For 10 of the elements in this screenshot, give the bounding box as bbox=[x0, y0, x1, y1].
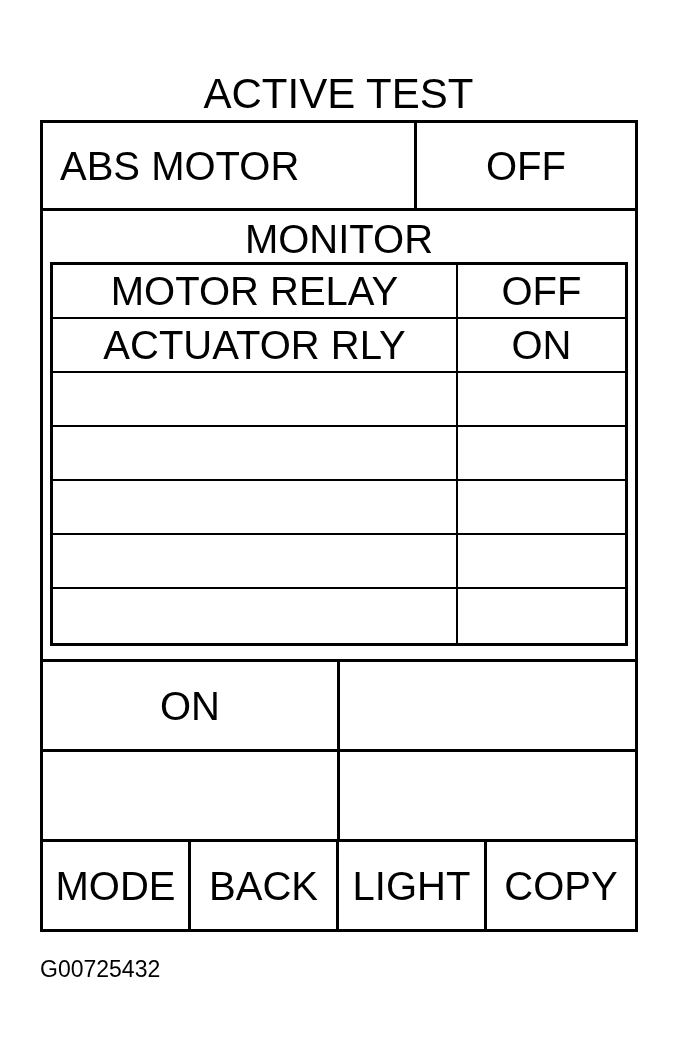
monitor-heading: MONITOR bbox=[244, 216, 434, 262]
test-item-value: OFF bbox=[486, 142, 566, 189]
screen-title: ACTIVE TEST bbox=[203, 70, 474, 118]
figure-code: G00725432 bbox=[40, 956, 161, 982]
status-value: ON bbox=[160, 682, 220, 729]
monitor-item-value: OFF bbox=[501, 268, 582, 314]
monitor-item-label: ACTUATOR RLY bbox=[103, 322, 406, 368]
monitor-item-label: MOTOR RELAY bbox=[110, 268, 399, 314]
monitor-item-value: ON bbox=[511, 322, 572, 368]
test-item-label: ABS MOTOR bbox=[60, 142, 300, 189]
